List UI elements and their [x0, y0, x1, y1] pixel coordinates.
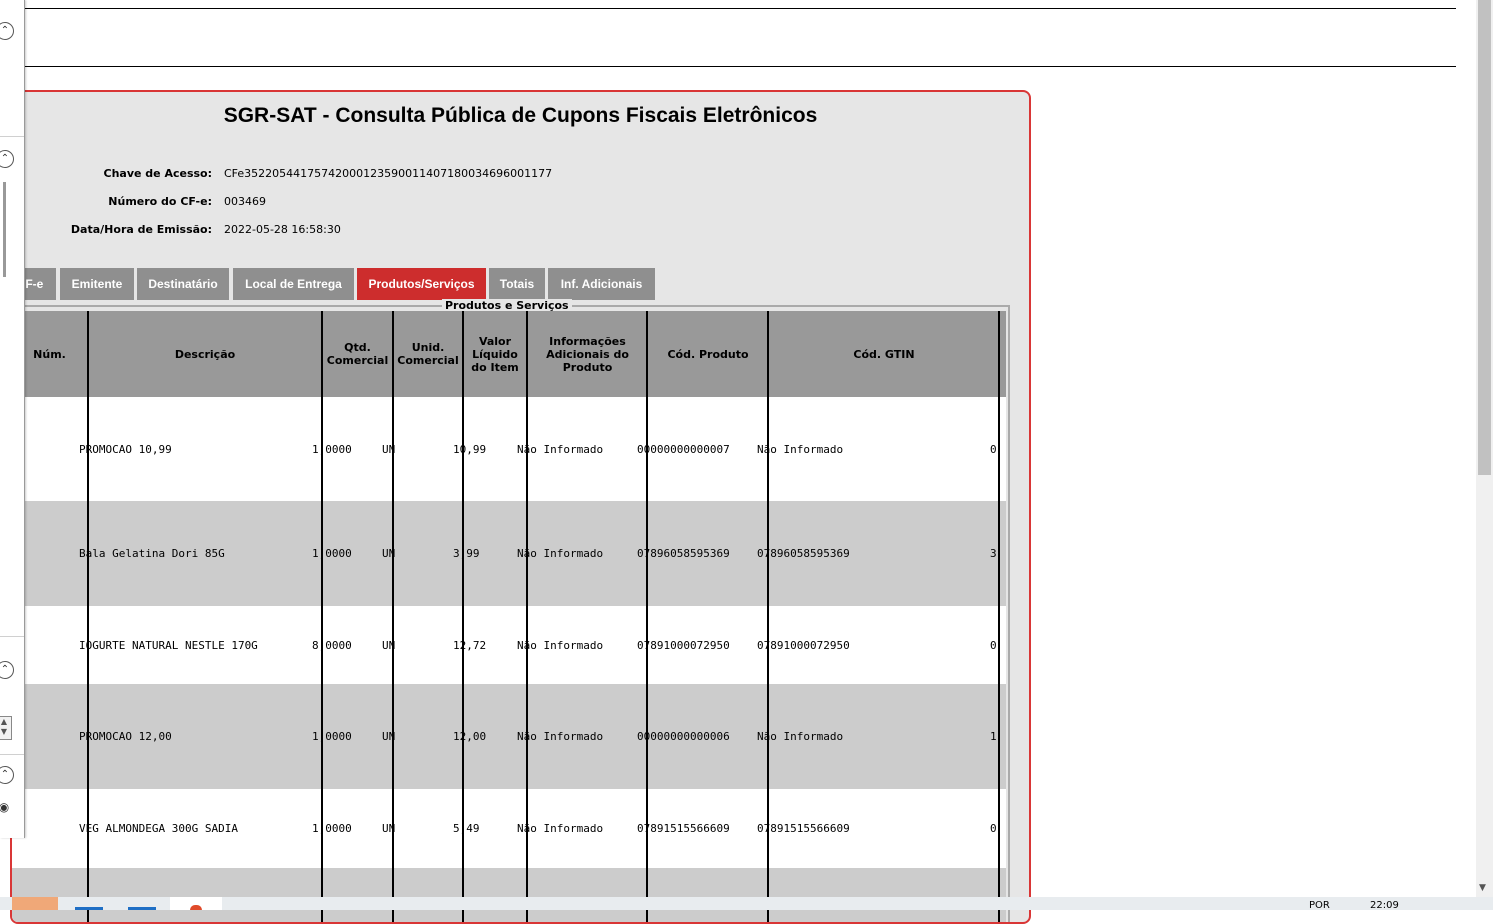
cell-cod-produto: 07891000072950 [637, 638, 730, 652]
collapse-chevron-icon[interactable]: ⌃ [0, 766, 14, 784]
taskbar: POR 22:09 [0, 897, 1493, 911]
cell-cod-gtin: 07891515566609 [757, 822, 850, 835]
consulta-panel: SGR-SAT - Consulta Pública de Cupons Fis… [10, 90, 1031, 924]
cell-info: Não Informado [517, 638, 604, 652]
cell-info: Não Informado [517, 730, 604, 743]
cell-extra: 0 [990, 442, 997, 456]
cell-valor: 12,00 [453, 730, 487, 743]
table-row: 3 IOGURTE NATURAL NESTLE 170G 8,0000 UN … [12, 606, 1006, 684]
cell-cod-produto: 00000000000007 [637, 442, 730, 456]
collapse-chevron-icon[interactable]: ⌃ [0, 661, 14, 679]
cell-cod-gtin: 07891000072950 [757, 638, 850, 652]
cell-cod-gtin: Não Informado [757, 730, 844, 743]
column-separator [526, 311, 528, 922]
tab-local-entrega[interactable]: Local de Entrega [233, 268, 354, 300]
column-separator [998, 311, 1000, 922]
table-header: Núm. Descrição Qtd. Comercial Unid. Come… [12, 311, 1006, 397]
cell-valor: 10,99 [453, 442, 487, 456]
cell-extra: 0 [990, 638, 997, 652]
side-panel: ⌃ ⌃ ⌃ ▲ ▼ ⌃ ◉ [0, 0, 25, 838]
eye-icon[interactable]: ◉ [0, 800, 12, 816]
column-separator [87, 311, 89, 922]
cell-cod-produto: 07896058595369 [637, 547, 730, 560]
header-unid: Unid. Comercial [397, 341, 459, 367]
cell-extra: 0 [990, 822, 997, 835]
cell-descricao: PROMOCAO 12,00 [79, 730, 172, 743]
table-row: 2 Bala Gelatina Dori 85G 1,0000 UN 3,99 … [12, 501, 1006, 606]
cell-cod-produto: 00000000000006 [637, 730, 730, 743]
chave-value: CFe3522054417574200012359001140718003469… [224, 167, 553, 180]
taskbar-app-icon[interactable] [128, 897, 156, 910]
cell-cod-gtin: 07896058595369 [757, 547, 850, 560]
panel-divider [0, 136, 24, 137]
cell-descricao: Bala Gelatina Dori 85G [79, 547, 225, 560]
header-info: Informações Adicionais do Produto [546, 334, 629, 374]
cell-info: Não Informado [517, 442, 604, 456]
column-separator [646, 311, 648, 922]
cell-descricao: PROMOCAO 10,99 [79, 442, 172, 456]
header-valor: Valor Líquido do Item [471, 334, 519, 374]
header-qtd: Qtd. Comercial [326, 341, 389, 367]
header-descricao: Descrição [174, 347, 236, 361]
column-separator [321, 311, 323, 922]
cell-descricao: IOGURTE NATURAL NESTLE 170G [79, 638, 258, 652]
tab-produtos-servicos[interactable]: Produtos/Serviços [357, 268, 486, 300]
page-title: SGR-SAT - Consulta Pública de Cupons Fis… [223, 104, 818, 127]
taskbar-app-icon[interactable] [170, 897, 222, 910]
column-separator [462, 311, 464, 922]
tab-destinatario[interactable]: Destinatário [137, 268, 229, 300]
panel-divider [0, 754, 24, 755]
collapse-chevron-icon[interactable]: ⌃ [0, 22, 14, 40]
header-cod-gtin: Cód. GTIN [853, 347, 915, 361]
cell-qtd: 1,0000 [312, 547, 352, 560]
table-row: 4 PROMOCAO 12,00 1,0000 UN 12,00 Não Inf… [12, 684, 1006, 789]
data-value: 2022-05-28 16:58:30 [224, 223, 341, 236]
cell-qtd: 8,0000 [312, 638, 352, 652]
cell-info: Não Informado [517, 822, 604, 835]
scroll-down-icon[interactable]: ▼ [1479, 883, 1486, 893]
table-row [12, 868, 1006, 922]
cell-descricao: VEG ALMONDEGA 300G SADIA [79, 822, 238, 835]
tab-emitente[interactable]: Emitente [60, 268, 134, 300]
column-separator [392, 311, 394, 922]
header-cod-produto: Cód. Produto [667, 347, 749, 361]
top-rule [24, 8, 1456, 9]
scrollbar-thumb[interactable] [1478, 0, 1491, 475]
cell-extra: 1 [990, 730, 997, 743]
data-label: Data/Hora de Emissão: [70, 223, 212, 236]
tab-inf-adicionais[interactable]: Inf. Adicionais [548, 268, 655, 300]
panel-scrollbar[interactable] [3, 182, 6, 277]
taskbar-app-icon[interactable] [75, 897, 103, 910]
column-separator [767, 311, 769, 922]
cell-extra: 3 [990, 547, 997, 560]
collapse-chevron-icon[interactable]: ⌃ [0, 150, 14, 168]
language-indicator[interactable]: POR [1309, 900, 1330, 911]
chave-label: Chave de Acesso: [103, 167, 213, 180]
clock[interactable]: 22:09 [1370, 900, 1399, 911]
cell-cod-produto: 07891515566609 [637, 822, 730, 835]
numero-label: Número do CF-e: [108, 195, 212, 208]
header-rule [24, 66, 1456, 67]
cell-valor: 12,72 [453, 638, 487, 652]
cell-info: Não Informado [517, 547, 604, 560]
taskbar-app-icon[interactable] [12, 897, 58, 910]
numero-value: 003469 [224, 195, 266, 208]
table-row: 1 PROMOCAO 10,99 1,0000 UN 10,99 Não Inf… [12, 397, 1006, 501]
cell-cod-gtin: Não Informado [757, 442, 844, 456]
table-row: 5 VEG ALMONDEGA 300G SADIA 1,0000 UN 5,4… [12, 789, 1006, 868]
page-scrollbar[interactable]: ▼ [1476, 0, 1493, 897]
tab-totais[interactable]: Totais [489, 268, 545, 300]
cell-valor: 5,49 [453, 822, 480, 835]
cell-qtd: 1,0000 [312, 730, 352, 743]
spinner-icon[interactable]: ▲ ▼ [0, 716, 12, 740]
cell-valor: 3,99 [453, 547, 480, 560]
cell-qtd: 1,0000 [312, 442, 352, 456]
cell-qtd: 1,0000 [312, 822, 352, 835]
produtos-table: Núm. Descrição Qtd. Comercial Unid. Come… [12, 311, 1006, 922]
produtos-fieldset: Produtos e Serviços Núm. Descrição Qtd. … [12, 299, 1010, 922]
panel-divider [0, 636, 24, 637]
